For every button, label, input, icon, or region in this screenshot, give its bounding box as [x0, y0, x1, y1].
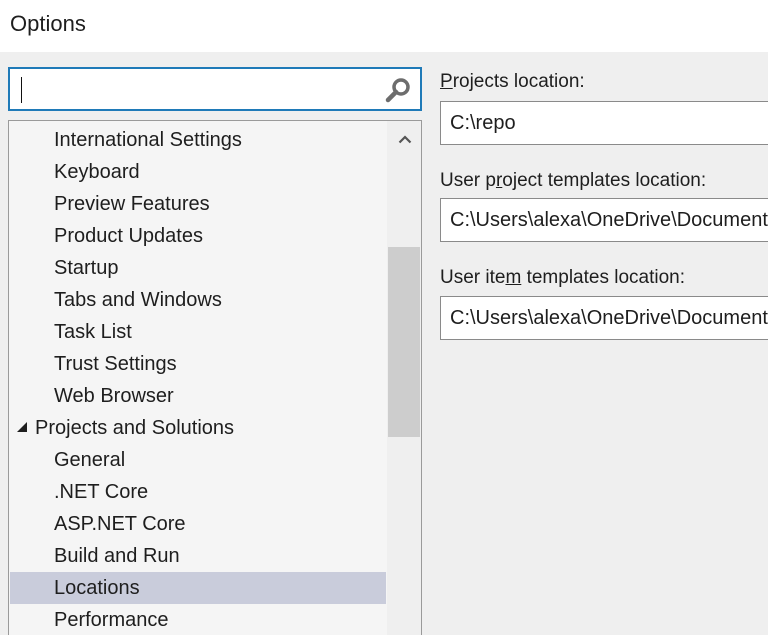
tree-item-label: Preview Features [54, 193, 210, 215]
tree-item-web-browser[interactable]: Web Browser [10, 380, 386, 412]
scroll-thumb[interactable] [388, 247, 420, 437]
tree-item-keyboard[interactable]: Keyboard [10, 156, 386, 188]
search-box[interactable] [8, 67, 422, 111]
tree-item-international-settings[interactable]: International Settings [10, 124, 386, 156]
user-project-templates-input[interactable]: C:\Users\alexa\OneDrive\Documents\Visual… [440, 198, 768, 242]
tree-item-label: Build and Run [54, 545, 180, 567]
tree-item-tabs-and-windows[interactable]: Tabs and Windows [10, 284, 386, 316]
label-text: rojects location: [452, 71, 585, 92]
tree-item-preview-features[interactable]: Preview Features [10, 188, 386, 220]
label-text: User p [440, 170, 496, 191]
tree-item-asp-net-core[interactable]: ASP.NET Core [10, 508, 386, 540]
tree-item-projects-and-solutions[interactable]: Projects and Solutions [10, 412, 386, 444]
tree-item-locations[interactable]: Locations [10, 572, 386, 604]
access-key: m [505, 267, 522, 288]
tree-item-label: Performance [54, 609, 169, 631]
tree-item-label: Keyboard [54, 161, 140, 183]
tree-item-label: General [54, 449, 126, 471]
options-tree[interactable]: International Settings Keyboard Preview Fe… [8, 120, 422, 635]
tree-item-label: Locations [54, 577, 140, 599]
tree-item-build-and-run[interactable]: Build and Run [10, 540, 386, 572]
title-bar: Options [0, 0, 768, 52]
tree-item-general[interactable]: General [10, 444, 386, 476]
tree-item-label: Product Updates [54, 225, 203, 247]
tree-item-startup[interactable]: Startup [10, 252, 386, 284]
tree-item-performance[interactable]: Performance [10, 604, 386, 635]
label-text: oject templates location: [502, 170, 707, 191]
label-text: templates location: [521, 267, 685, 288]
user-item-templates-input[interactable]: C:\Users\alexa\OneDrive\Documents\Visual… [440, 296, 768, 340]
tree-item-label: Tabs and Windows [54, 289, 222, 311]
tree-item-label: Projects and Solutions [35, 417, 235, 439]
tree-item-net-core[interactable]: .NET Core [10, 476, 386, 508]
tree-item-label: Task List [54, 321, 132, 343]
tree-item-label: Web Browser [54, 385, 174, 407]
label-text: User ite [440, 267, 506, 288]
expanded-triangle-icon[interactable] [17, 422, 27, 432]
search-input[interactable] [18, 75, 378, 103]
access-key: P [440, 71, 453, 92]
user-project-templates-label: User project templates location: [440, 170, 706, 192]
scroll-up-button[interactable] [387, 121, 421, 161]
chevron-up-icon [398, 135, 412, 144]
search-icon[interactable] [384, 76, 412, 104]
text-caret [21, 77, 22, 103]
tree-item-label: Startup [54, 257, 119, 279]
tree-item-label: International Settings [54, 129, 242, 151]
projects-location-input[interactable]: C:\repo [440, 101, 768, 145]
window-title: Options [10, 11, 86, 36]
tree-item-task-list[interactable]: Task List [10, 316, 386, 348]
tree-item-product-updates[interactable]: Product Updates [10, 220, 386, 252]
tree-scrollbar[interactable] [387, 121, 421, 635]
projects-location-label: Projects location: [440, 71, 585, 93]
user-item-templates-label: User item templates location: [440, 267, 685, 289]
tree-item-label: .NET Core [54, 481, 149, 503]
tree-item-trust-settings[interactable]: Trust Settings [10, 348, 386, 380]
tree-item-label: ASP.NET Core [54, 513, 186, 535]
tree-item-label: Trust Settings [54, 353, 177, 375]
